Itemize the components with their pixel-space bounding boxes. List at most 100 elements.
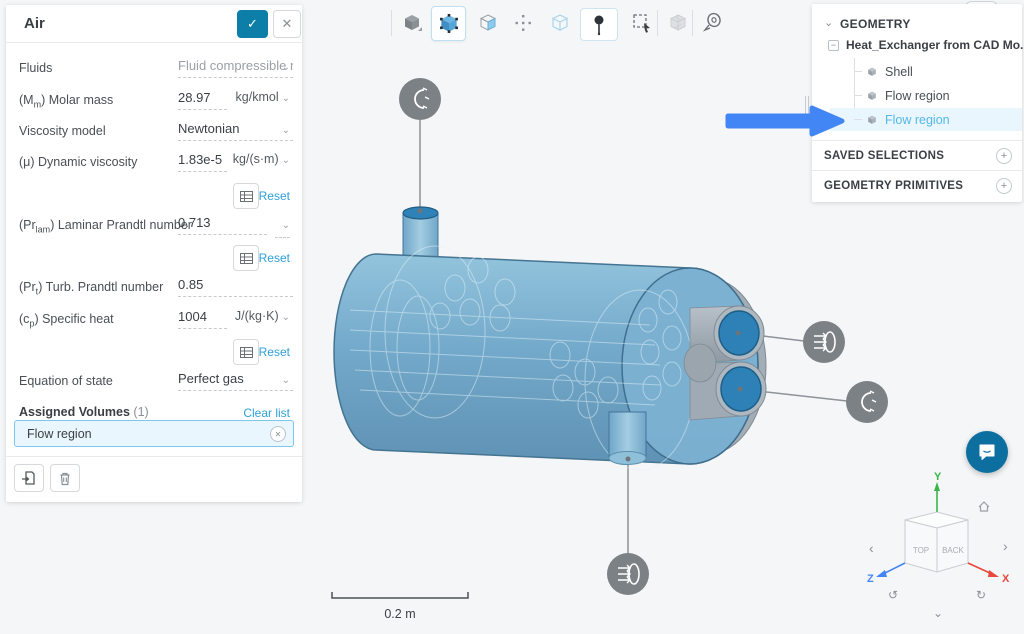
chip-label: Flow region <box>27 427 92 441</box>
remove-chip-button[interactable]: ✕ <box>270 426 286 442</box>
remove-icon: ✕ <box>275 430 282 439</box>
rotate-right-chevron[interactable]: › <box>1003 538 1008 554</box>
roll-cw-button[interactable]: ↻ <box>976 588 986 602</box>
table-icon <box>240 191 253 202</box>
field-label: Equation of state <box>19 374 113 391</box>
assigned-volume-chip[interactable]: Flow region ✕ <box>14 420 294 447</box>
reset-row: Reset <box>19 183 290 211</box>
table-input-button[interactable] <box>233 339 259 365</box>
laminar-prandtl-unit-select[interactable]: ⌄ <box>275 215 290 238</box>
panel-header: Air ✓ ✕ <box>6 5 302 43</box>
table-input-button[interactable] <box>233 245 259 271</box>
rotate-left-chevron[interactable]: ‹ <box>869 540 874 556</box>
viscosity-model-select[interactable]: Newtonian <box>178 121 293 141</box>
roll-ccw-button[interactable]: ↺ <box>888 588 898 602</box>
chevron-down-icon: ⌄ <box>282 220 290 231</box>
dynamic-viscosity-input[interactable]: 1.83e-5 <box>178 152 227 172</box>
add-geometry-primitive-button[interactable]: + <box>996 178 1012 194</box>
field-label: (Prt) Turb. Prandtl number <box>19 280 163 297</box>
tree-item-label: Shell <box>885 65 913 79</box>
assigned-volumes-title: Assigned Volumes (1) <box>19 405 149 419</box>
geometry-section-title: GEOMETRY <box>840 17 911 31</box>
reset-row: Reset <box>19 245 290 273</box>
box-select-button[interactable] <box>628 9 656 37</box>
plus-icon: + <box>1001 180 1007 192</box>
tree-root-label[interactable]: Heat_Exchanger from CAD Mo... <box>846 38 1024 52</box>
probe-pin-icon <box>588 13 610 37</box>
add-saved-selection-button[interactable]: + <box>996 148 1012 164</box>
hidden-geometry-button[interactable] <box>664 9 692 37</box>
confirm-button[interactable]: ✓ <box>237 10 268 38</box>
tree-item-shell[interactable]: Shell <box>830 60 1022 83</box>
duplicate-button[interactable] <box>14 464 44 492</box>
inlet-nozzle-top[interactable] <box>403 207 438 259</box>
turb-prandtl-input[interactable]: 0.85 <box>178 277 293 297</box>
tree-item-flow-region-1[interactable]: Flow region <box>830 84 1022 107</box>
volume-icon <box>866 90 878 102</box>
vertex-select-button[interactable] <box>509 9 537 37</box>
axis-z-label: Z <box>867 573 874 585</box>
table-icon <box>240 347 253 358</box>
tree-item-flow-region-2-selected[interactable]: Flow region <box>830 108 1022 131</box>
nav-cube[interactable]: TOP BACK <box>905 512 968 572</box>
face-select-icon <box>477 12 499 34</box>
selection-toolbar: BETA <box>380 0 730 46</box>
reset-row: Reset <box>19 339 290 367</box>
geometry-section-header[interactable]: ⌄ GEOMETRY <box>812 8 1022 34</box>
reset-link[interactable]: Reset <box>259 251 290 265</box>
field-row-viscosity-model: Viscosity model Newtonian ⌄ <box>19 119 290 147</box>
flow-annotation-bottom[interactable] <box>607 553 649 595</box>
duplicate-document-icon <box>21 470 37 486</box>
volume-icon <box>866 66 878 78</box>
measure-tool-button[interactable] <box>699 9 727 37</box>
cube-face-top-label: TOP <box>913 546 929 555</box>
probe-point-button[interactable] <box>580 8 618 41</box>
tree-collapse-toggle[interactable]: − <box>828 40 839 51</box>
flow-annotation-right-upper[interactable] <box>803 321 845 363</box>
geometry-primitives-title: GEOMETRY PRIMITIVES <box>824 180 963 192</box>
clear-list-link[interactable]: Clear list <box>243 406 290 420</box>
mesh-cube-icon <box>667 12 689 34</box>
chevron-down-icon: ⌄ <box>824 16 833 29</box>
solid-select-mode-button[interactable] <box>398 9 426 37</box>
delete-button[interactable] <box>50 464 80 492</box>
collapse-icon: − <box>831 40 836 50</box>
specific-heat-input[interactable]: 1004 <box>178 309 227 329</box>
home-view-button[interactable] <box>979 502 989 511</box>
laminar-prandtl-input[interactable]: 0.713 <box>178 215 267 235</box>
molar-mass-unit-select[interactable]: kg/kmol⌄ <box>229 90 290 109</box>
equation-of-state-select[interactable]: Perfect gas <box>178 371 293 391</box>
table-input-button[interactable] <box>233 183 259 209</box>
volume-select-icon <box>437 12 461 36</box>
cancel-button[interactable]: ✕ <box>273 10 301 38</box>
molar-mass-input[interactable]: 28.97 <box>178 90 227 110</box>
dynamic-viscosity-unit-select[interactable]: kg/(s·m)⌄ <box>229 152 290 171</box>
solid-cube-icon <box>401 12 423 34</box>
field-label: (cp) Specific heat <box>19 312 114 329</box>
specific-heat-unit-select[interactable]: J/(kg·K)⌄ <box>229 309 290 328</box>
axis-x-label: X <box>1002 573 1010 585</box>
support-chat-button[interactable] <box>966 431 1008 473</box>
orientation-cube-widget[interactable]: TOP BACK Y Z X ‹ › ⌄ ↺ ↻ <box>855 465 1023 625</box>
chevron-down-icon: ⌄ <box>282 375 290 386</box>
wireframe-view-button[interactable] <box>546 9 574 37</box>
geometry-primitives-section[interactable]: GEOMETRY PRIMITIVES + <box>812 170 1022 200</box>
footer-divider <box>6 456 302 457</box>
scale-label: 0.2 m <box>384 607 415 621</box>
toolbar-divider <box>657 10 658 36</box>
saved-selections-title: SAVED SELECTIONS <box>824 150 944 162</box>
rotating-flow-annotation-right-lower[interactable] <box>846 381 888 423</box>
field-label: (Prlam) Laminar Prandtl number <box>19 218 192 235</box>
reset-link[interactable]: Reset <box>259 189 290 203</box>
face-select-button[interactable] <box>474 9 502 37</box>
rotate-down-chevron[interactable]: ⌄ <box>933 606 943 620</box>
rotating-flow-annotation-top[interactable] <box>399 78 441 120</box>
volume-select-button[interactable] <box>431 6 466 41</box>
reset-link[interactable]: Reset <box>259 345 290 359</box>
chevron-down-icon: ⌄ <box>282 62 290 73</box>
fluids-select[interactable]: Fluid compressible n <box>178 58 293 78</box>
vertex-select-icon <box>512 12 534 34</box>
field-label: (μ) Dynamic viscosity <box>19 155 137 172</box>
chevron-down-icon: ⌄ <box>282 93 290 104</box>
field-row-specific-heat: (cp) Specific heat 1004 J/(kg·K)⌄ <box>19 307 290 335</box>
